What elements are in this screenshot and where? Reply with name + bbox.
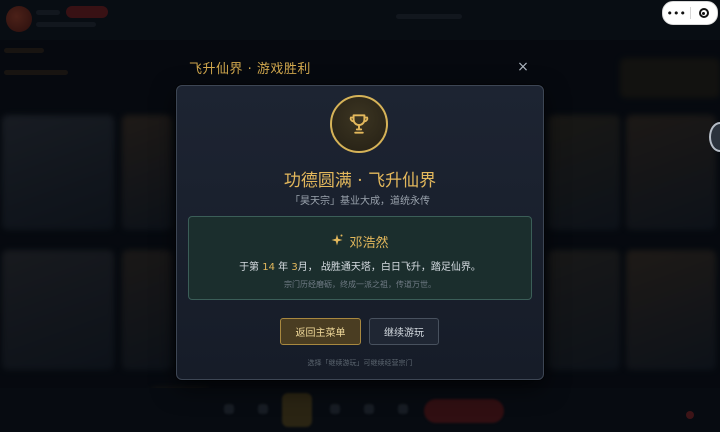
close-miniprogram-button[interactable]: [691, 2, 718, 24]
more-button[interactable]: •••: [663, 2, 690, 24]
continue-button[interactable]: 继续游玩: [369, 318, 439, 345]
feat-year-unit: 年: [278, 262, 289, 273]
hero-row: 邓浩然: [188, 232, 532, 251]
return-menu-button[interactable]: 返回主菜单: [280, 318, 361, 345]
continue-hint: 选择「继续游玩」可继续经营宗门: [307, 359, 413, 367]
result-note: 宗门历经磨砺，终成一派之祖，传道万世。: [284, 280, 436, 289]
feat-year: 14: [262, 262, 275, 273]
trophy-icon: [330, 95, 388, 153]
sparkle-icon: [331, 234, 343, 249]
feat-prefix: 于第: [239, 262, 260, 273]
feat-month-unit: 月，: [297, 262, 318, 273]
trophy-glyph: [349, 114, 369, 134]
victory-subline: 「昊天宗」基业大成，道统永传: [290, 196, 430, 207]
feat-text: 于第 14 年 3月， 战胜通天塔，白日飞升，踏足仙界。: [188, 258, 532, 273]
more-icon: •••: [666, 6, 686, 20]
dialog-title: 飞升仙界 · 游戏胜利: [189, 62, 311, 77]
victory-headline: 功德圆满 · 飞升仙界: [283, 171, 437, 191]
close-icon[interactable]: ×: [514, 58, 532, 76]
feat-suffix: 战胜通天塔，白日飞升，踏足仙界。: [320, 262, 481, 273]
miniprogram-capsule: •••: [662, 1, 718, 25]
target-icon: [698, 8, 709, 18]
hero-name: 邓浩然: [349, 236, 389, 251]
